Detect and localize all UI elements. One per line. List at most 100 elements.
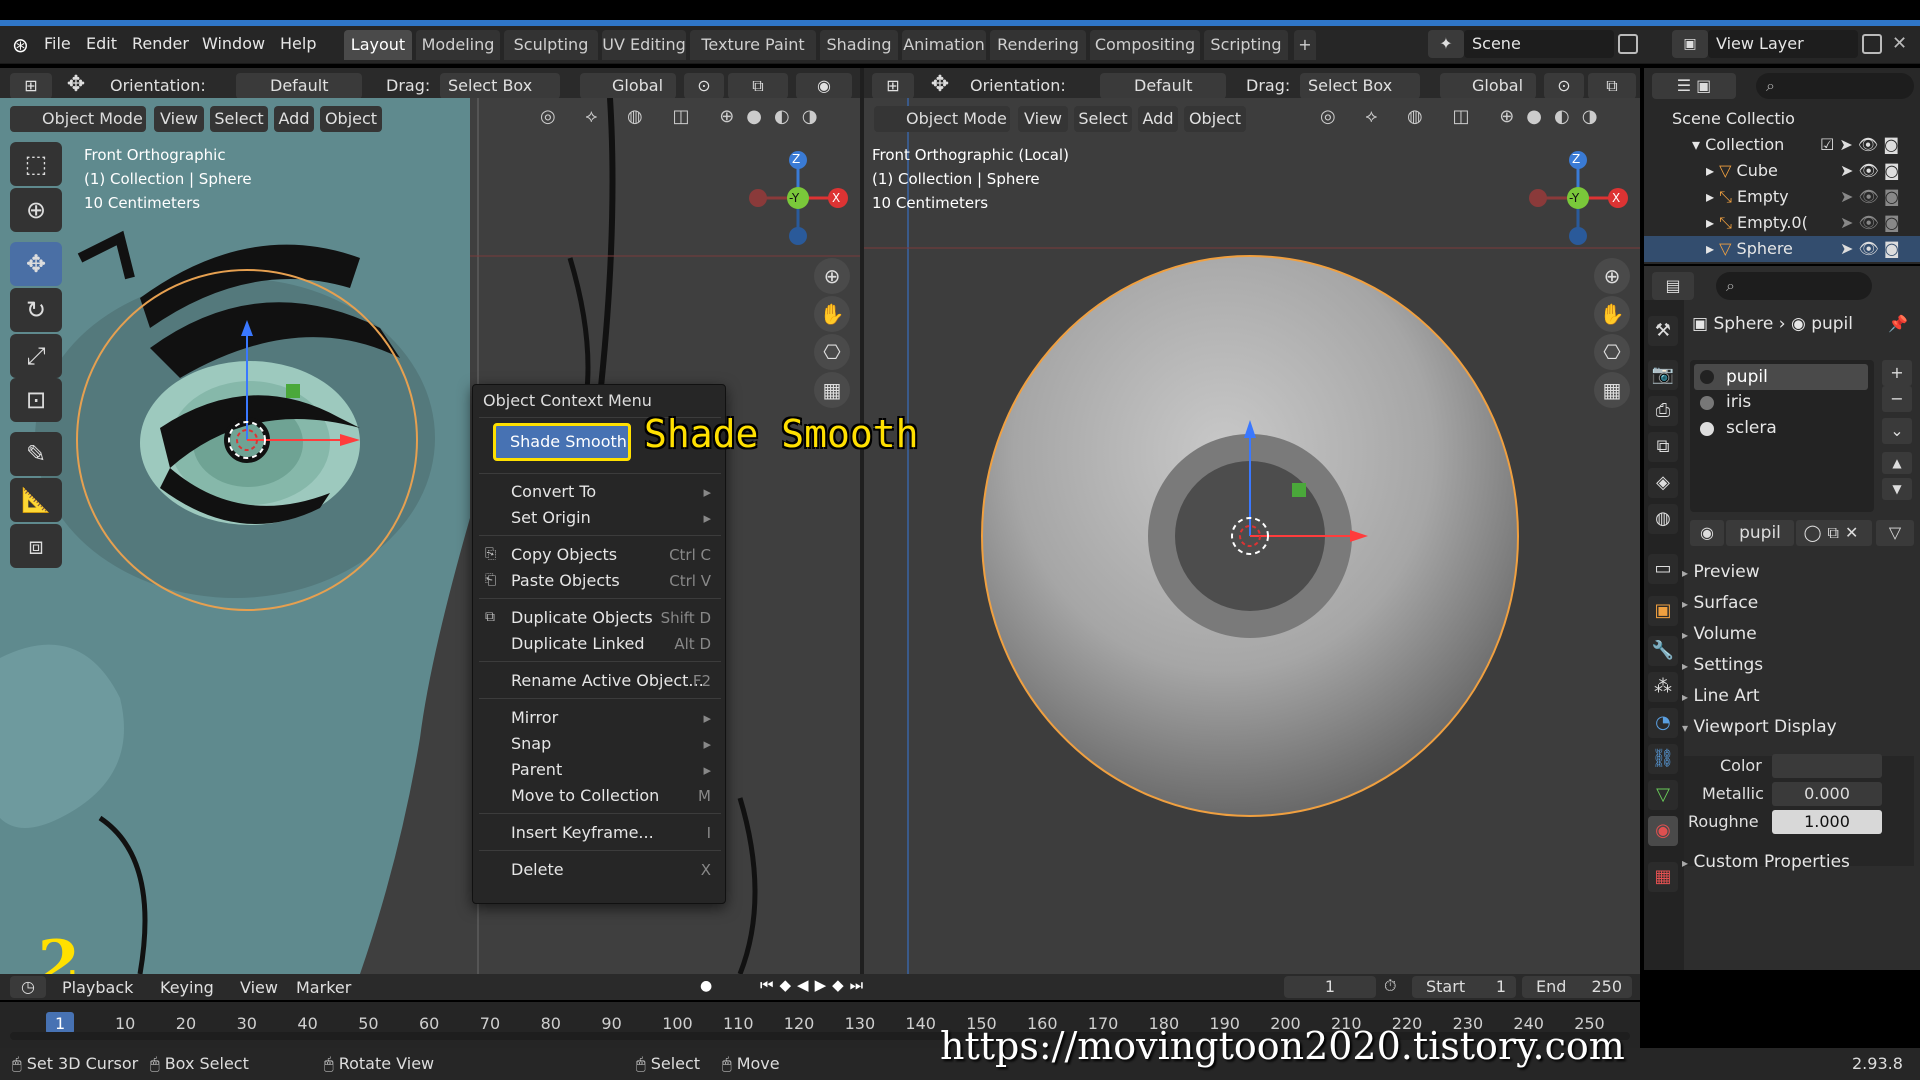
remove-view-layer-icon[interactable]: ✕	[1892, 34, 1912, 54]
tab-uv-editing[interactable]: UV Editing	[602, 30, 686, 60]
timeline-view-menu[interactable]: View	[240, 978, 278, 997]
scale-tool-icon[interactable]: ⤢	[10, 334, 62, 378]
scene-properties-icon[interactable]: ◈	[1648, 468, 1678, 498]
menu-item-move-to-collection[interactable]: Move to Collection M	[473, 783, 727, 809]
outliner-collection[interactable]: ▾ Collection ☑ ➤ 👁 ◙	[1644, 132, 1920, 158]
menu-item-duplicate-objects[interactable]: Duplicate Objects Shift D	[473, 605, 727, 631]
move-tool-button[interactable]: ✥	[10, 242, 62, 286]
snap-icon[interactable]: ⧉	[1588, 73, 1636, 99]
material-actions-icons[interactable]: ◯⧉✕	[1796, 520, 1872, 546]
properties-search-icon[interactable]: ⌕	[1716, 272, 1872, 300]
material-slot-pupil[interactable]: pupil	[1694, 364, 1868, 390]
view-layer-field[interactable]: View Layer	[1708, 30, 1858, 58]
transform-orientation-dropdown[interactable]: Global	[1440, 73, 1536, 99]
keying-menu[interactable]: Keying	[160, 978, 214, 997]
right-3d-viewport[interactable]: Object Mode View Select Add Object ◎ ⟡ ◍…	[864, 98, 1640, 974]
panel-custom-properties[interactable]: ▸ Custom Properties	[1682, 852, 1850, 872]
render-properties-icon[interactable]: 📷	[1648, 360, 1678, 390]
marker-menu[interactable]: Marker	[296, 978, 351, 997]
menu-object[interactable]: Object	[320, 106, 382, 132]
left-3d-viewport[interactable]: Object Mode View Select Add Object ◎ ⟡ ◍…	[0, 98, 860, 974]
menu-item-rename-active-object[interactable]: Rename Active Object... F2	[473, 668, 727, 694]
outliner-item-sphere[interactable]: ▸ ▽ Sphere ➤ 👁 ◙	[1644, 236, 1920, 262]
drag-dropdown[interactable]: Select Box	[1300, 73, 1420, 99]
menu-view[interactable]: View	[1018, 106, 1068, 132]
menu-file[interactable]: File	[38, 30, 77, 58]
cursor-tool-icon[interactable]: ⊕	[10, 188, 62, 232]
metallic-field[interactable]: 0.000	[1772, 782, 1882, 806]
add-cube-tool-icon[interactable]: ⧈	[10, 524, 62, 568]
tab-rendering[interactable]: Rendering	[990, 30, 1086, 60]
editor-type-icon[interactable]: ⊞	[10, 73, 52, 99]
remove-slot-button[interactable]: −	[1882, 386, 1912, 412]
transform-orientation-dropdown[interactable]: Global	[580, 73, 676, 99]
snap-icon[interactable]: ⧉	[728, 73, 788, 99]
proportional-edit-icon[interactable]: ◉	[796, 73, 852, 99]
mode-dropdown[interactable]: Object Mode	[874, 106, 1010, 132]
playback-menu[interactable]: Playback	[62, 978, 133, 997]
mode-dropdown[interactable]: Object Mode	[10, 106, 146, 132]
menu-item-convert-to[interactable]: Convert To ▸	[473, 479, 727, 505]
panel-viewport-display[interactable]: ▾ Viewport Display	[1682, 717, 1837, 737]
menu-help[interactable]: Help	[274, 30, 322, 58]
tool-properties-icon[interactable]: ⚒	[1648, 316, 1678, 346]
tab-shading[interactable]: Shading	[820, 30, 898, 60]
material-name-field[interactable]: pupil	[1726, 520, 1794, 546]
outliner-item-empty[interactable]: ▸ ⤡ Empty ➤ 👁 ◙	[1644, 184, 1920, 210]
output-properties-icon[interactable]: ⎙	[1648, 396, 1678, 426]
menu-item-insert-keyframe[interactable]: Insert Keyframe... I	[473, 820, 727, 846]
zoom-icon[interactable]: ⊕	[814, 258, 850, 294]
transform-tool-icon[interactable]: ⊡	[10, 378, 62, 422]
measure-tool-icon[interactable]: 📐	[10, 478, 62, 522]
new-view-layer-icon[interactable]	[1862, 34, 1882, 54]
outliner-item-cube[interactable]: ▸ ▽ Cube ➤ 👁 ◙	[1644, 158, 1920, 184]
pivot-icon[interactable]: ⊙	[1544, 73, 1584, 99]
camera-icon[interactable]: ⎔	[814, 334, 850, 370]
menu-item-set-origin[interactable]: Set Origin ▸	[473, 505, 727, 531]
annotate-tool-icon[interactable]: ✎	[10, 432, 62, 476]
tab-modeling[interactable]: Modeling	[416, 30, 500, 60]
select-tool-icon[interactable]: ⬚	[10, 142, 62, 186]
add-slot-button[interactable]: +	[1882, 360, 1912, 386]
grid-toggle-icon[interactable]: ▦	[1594, 372, 1630, 408]
panel-surface[interactable]: ▸ Surface	[1682, 593, 1758, 613]
view-layer-icon[interactable]: ▣	[1672, 30, 1708, 58]
timeline-editor-icon[interactable]: ◷	[10, 976, 46, 998]
tab-texture-paint[interactable]: Texture Paint	[690, 30, 816, 60]
pivot-icon[interactable]: ⊙	[684, 73, 724, 99]
new-scene-icon[interactable]	[1618, 34, 1638, 54]
browse-material-icon[interactable]: ◉	[1690, 520, 1724, 546]
viewport-overlay-icons[interactable]: ◎ ⟡ ◍ ◫ ⊕●◐◑	[540, 106, 860, 132]
roughness-field[interactable]: 1.000	[1772, 810, 1882, 834]
menu-item-shade-smooth[interactable]: Shade Smooth	[493, 423, 631, 461]
modifier-properties-icon[interactable]: 🔧	[1648, 636, 1678, 666]
camera-icon[interactable]: ⎔	[1594, 334, 1630, 370]
scene-selector-icon[interactable]: ✦	[1428, 30, 1464, 58]
menu-item-delete[interactable]: Delete X	[473, 857, 727, 883]
add-workspace-button[interactable]: +	[1294, 30, 1316, 60]
pan-hand-icon[interactable]: ✋	[814, 296, 850, 332]
material-slot-sclera[interactable]: sclera	[1726, 418, 1777, 438]
outliner-item-empty-001[interactable]: ▸ ⤡ Empty.0(➤ 👁 ◙	[1644, 210, 1920, 236]
tab-animation[interactable]: Animation	[902, 30, 986, 60]
pin-icon[interactable]: 📌	[1888, 314, 1908, 333]
menu-edit[interactable]: Edit	[80, 30, 123, 58]
material-properties-icon[interactable]: ◉	[1648, 816, 1678, 846]
outliner-search-icon[interactable]: ⌕	[1756, 73, 1914, 99]
rotate-tool-icon[interactable]: ↻	[10, 288, 62, 332]
menu-select[interactable]: Select	[1074, 106, 1132, 132]
menu-add[interactable]: Add	[274, 106, 314, 132]
start-frame-field[interactable]: Start 1	[1412, 976, 1516, 998]
properties-editor-type-icon[interactable]: ▤	[1652, 272, 1694, 300]
panel-volume[interactable]: ▸ Volume	[1682, 624, 1757, 644]
particle-properties-icon[interactable]: ⁂	[1648, 672, 1678, 702]
move-slot-up-icon[interactable]: ▲	[1882, 452, 1912, 474]
record-icon[interactable]: ●	[700, 978, 720, 998]
viewport-color-swatch[interactable]	[1772, 754, 1882, 778]
menu-add[interactable]: Add	[1138, 106, 1178, 132]
scene-field[interactable]: Scene	[1464, 30, 1614, 58]
drag-dropdown[interactable]: Select Box	[440, 73, 560, 99]
menu-view[interactable]: View	[154, 106, 204, 132]
slot-specials-icon[interactable]: ⌄	[1882, 418, 1912, 444]
menu-item-paste-objects[interactable]: Paste Objects Ctrl V	[473, 568, 727, 594]
